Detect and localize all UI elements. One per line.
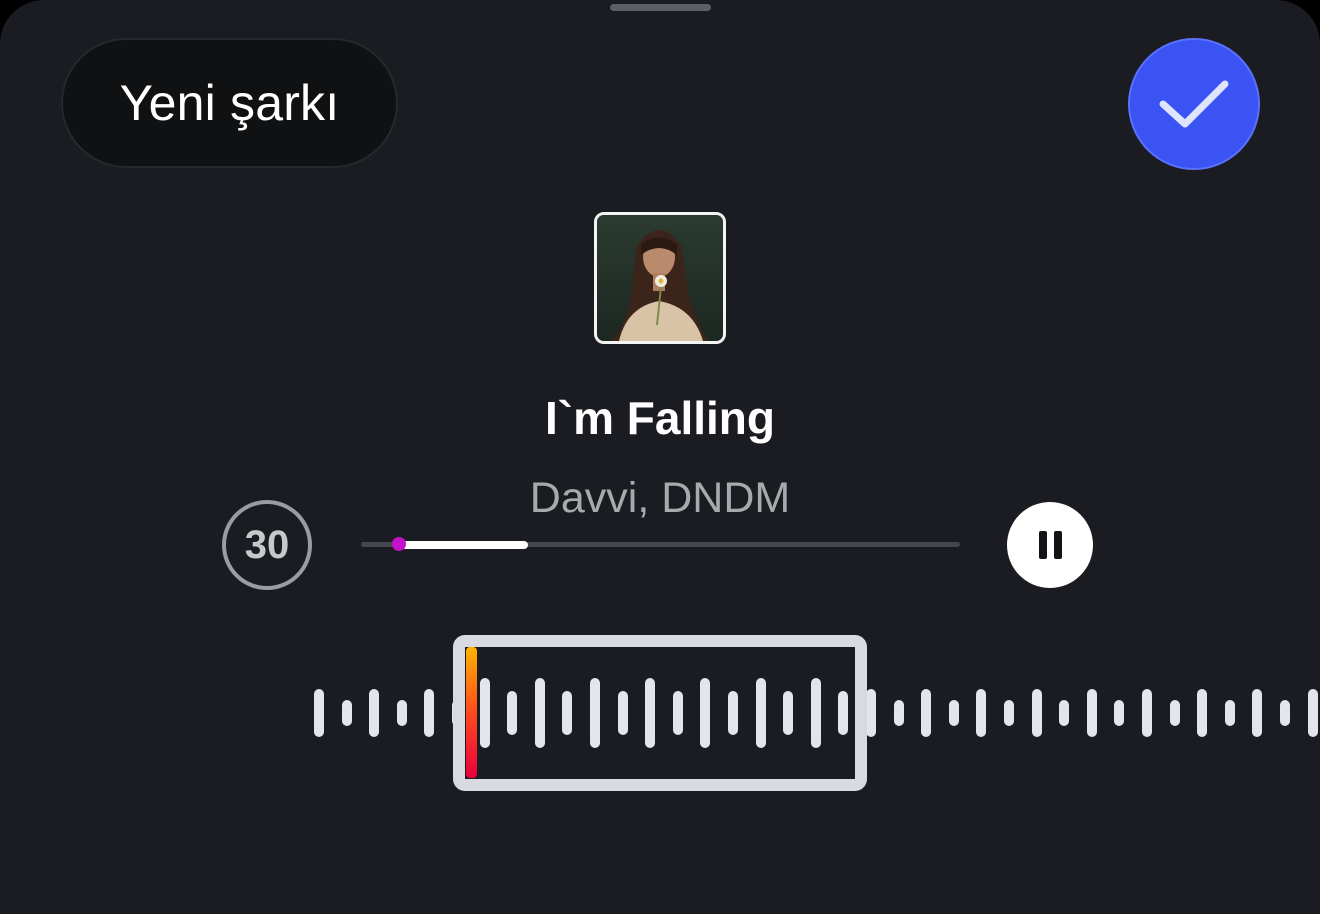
waveform-bar	[894, 700, 904, 726]
clip-duration-label: 30	[244, 522, 290, 567]
new-song-button[interactable]: Yeni şarkı	[61, 38, 398, 168]
playhead-knob[interactable]	[392, 537, 406, 551]
waveform-bar	[1280, 700, 1290, 726]
new-song-label: Yeni şarkı	[119, 75, 340, 131]
clip-start-marker[interactable]	[466, 647, 477, 778]
waveform-bar	[342, 700, 352, 726]
waveform-bar	[1114, 700, 1124, 726]
pause-button[interactable]	[1007, 502, 1093, 588]
selected-segment-indicator	[398, 541, 528, 549]
waveform-bar	[1032, 689, 1042, 737]
waveform-bar	[1252, 689, 1262, 737]
waveform-bar	[1004, 700, 1014, 726]
waveform-bar	[1225, 700, 1235, 726]
clip-duration-button[interactable]: 30	[222, 500, 312, 590]
waveform-bar	[866, 689, 876, 737]
waveform-bar	[1308, 689, 1318, 737]
confirm-button[interactable]	[1128, 38, 1260, 170]
checkmark-icon	[1159, 80, 1229, 128]
pause-icon-bar	[1053, 531, 1062, 559]
waveform-bar	[397, 700, 407, 726]
waveform-bar	[921, 689, 931, 737]
album-cover-image	[594, 212, 726, 344]
waveform-bar	[1142, 689, 1152, 737]
waveform-bar	[424, 689, 434, 737]
sheet-grabber-handle[interactable]	[610, 4, 711, 11]
song-title: I`m Falling	[545, 392, 775, 444]
waveform-bar	[1059, 700, 1069, 726]
pause-icon	[1038, 531, 1047, 559]
waveform-bar	[1170, 700, 1180, 726]
waveform-bar	[949, 700, 959, 726]
waveform-bar	[369, 689, 379, 737]
waveform-bar	[314, 689, 324, 737]
song-picker-sheet: Yeni şarkı I`m Falling Davvi, DNDM 30	[0, 0, 1320, 914]
waveform-bar	[976, 689, 986, 737]
song-artist: Davvi, DNDM	[529, 474, 791, 522]
waveform-bar	[1197, 689, 1207, 737]
waveform-bar	[1087, 689, 1097, 737]
clip-selection-frame[interactable]	[453, 635, 867, 791]
